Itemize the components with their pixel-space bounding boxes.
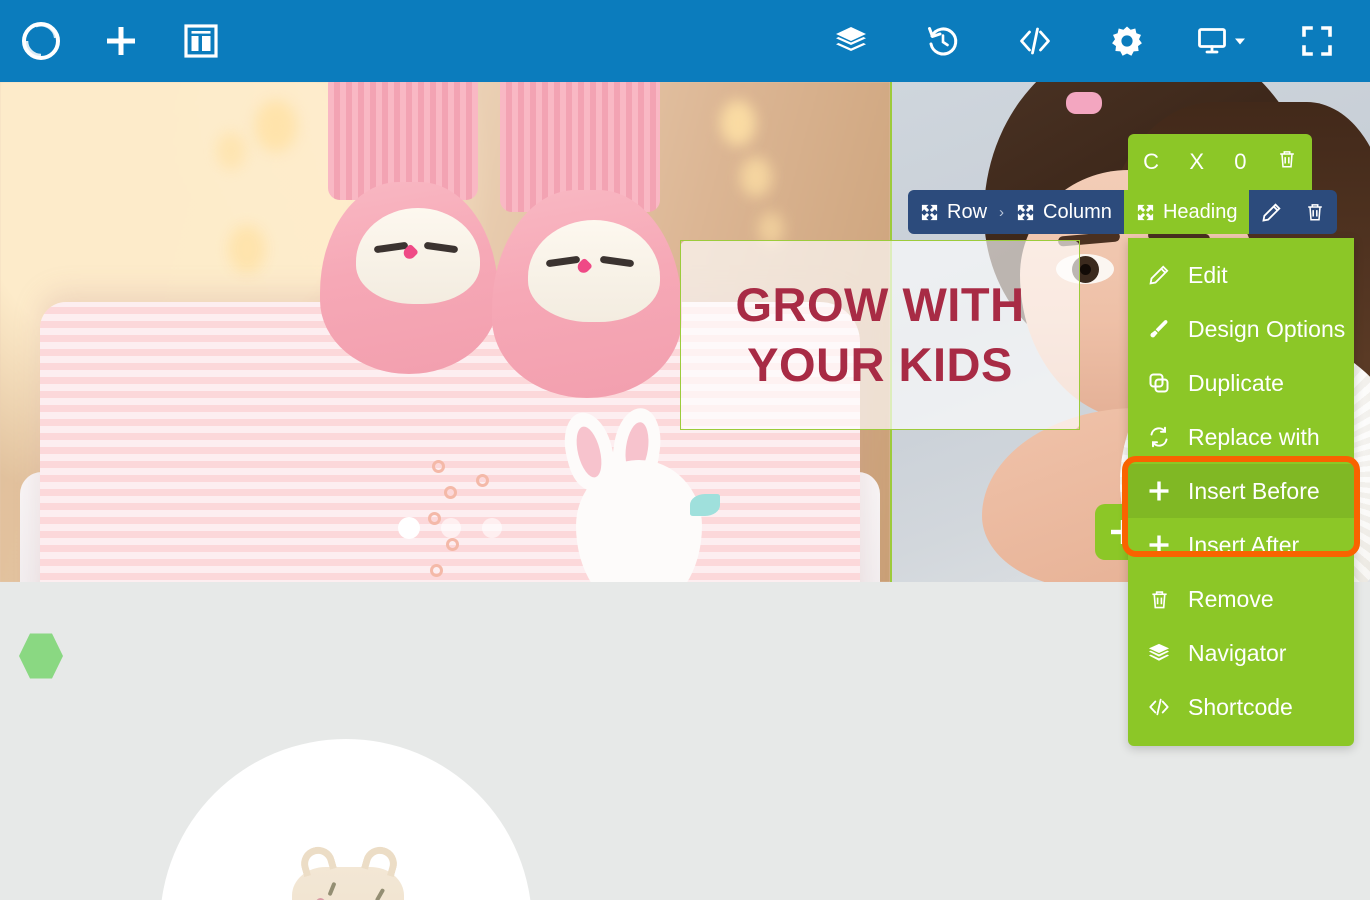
slider-dot-3[interactable] — [482, 518, 502, 538]
heading-line-1: GROW WITH — [735, 277, 1025, 331]
context-menu-item-duplicate[interactable]: Duplicate — [1128, 356, 1354, 410]
context-menu-item-remove[interactable]: Remove — [1128, 572, 1354, 626]
heading-line-2: YOUR KIDS — [747, 338, 1013, 391]
history-icon[interactable] — [920, 18, 966, 64]
context-menu-label-replace-with: Replace with — [1188, 423, 1320, 450]
context-menu-label-shortcode: Shortcode — [1188, 693, 1293, 720]
brush-icon — [1146, 318, 1172, 340]
context-menu-item-insert-after[interactable]: Insert After — [1128, 518, 1354, 572]
cut-button[interactable]: X — [1189, 149, 1204, 175]
paste-button[interactable]: 0 — [1234, 149, 1246, 175]
replace-icon — [1146, 426, 1172, 448]
device-icon[interactable] — [1196, 25, 1248, 57]
move-arrows-icon — [921, 204, 938, 220]
breadcrumb-label-heading: Heading — [1162, 200, 1238, 223]
context-menu-label-edit: Edit — [1188, 261, 1228, 288]
breadcrumb-label-column: Column — [1043, 200, 1112, 223]
toolbar-right-group — [828, 18, 1370, 64]
context-menu-label-insert-before: Insert Before — [1188, 477, 1320, 504]
context-menu-item-shortcode[interactable]: Shortcode — [1128, 680, 1354, 734]
plus-icon — [1146, 479, 1172, 503]
layers-icon[interactable] — [828, 18, 874, 64]
context-menu-item-replace-with[interactable]: Replace with — [1128, 410, 1354, 464]
slider-dot-1[interactable] — [398, 517, 420, 539]
hero-heading-block[interactable]: GROW WITH YOUR KIDS — [680, 240, 1080, 430]
logo-icon[interactable] — [18, 18, 64, 64]
context-menu-item-design-options[interactable]: Design Options — [1128, 302, 1354, 356]
context-menu-label-remove: Remove — [1188, 585, 1274, 612]
context-menu-item-navigator[interactable]: Navigator — [1128, 626, 1354, 680]
visual-composer-editor: GROW WITH YOUR KIDS Row › Column Heading… — [0, 0, 1370, 900]
breadcrumb-item-heading[interactable]: Heading — [1123, 190, 1250, 234]
slider-dot-2[interactable] — [441, 518, 461, 538]
context-menu-item-edit[interactable]: Edit — [1128, 248, 1354, 302]
layers-icon — [1146, 642, 1172, 664]
add-element-icon[interactable] — [98, 18, 144, 64]
fullscreen-icon[interactable] — [1294, 18, 1340, 64]
breadcrumb-label-row: Row — [947, 200, 988, 223]
templates-icon[interactable] — [178, 18, 224, 64]
move-arrows-icon — [1017, 204, 1034, 220]
gear-icon[interactable] — [1104, 18, 1150, 64]
code-icon — [1146, 696, 1172, 718]
context-menu-label-insert-after: Insert After — [1188, 531, 1300, 558]
toolbar-left-group — [0, 18, 224, 64]
copy-button[interactable]: C — [1143, 149, 1159, 175]
hexagon-decoration — [19, 633, 63, 679]
chevron-down-icon — [1235, 38, 1245, 45]
delete-button[interactable] — [1277, 149, 1297, 175]
code-icon[interactable] — [1012, 18, 1058, 64]
clipboard-toolbar: C X 0 — [1128, 134, 1312, 190]
element-context-menu: Edit Design Options Duplicate Replace wi… — [1128, 238, 1354, 746]
move-arrows-icon — [1137, 204, 1154, 220]
breadcrumb-edit-button[interactable] — [1249, 190, 1293, 234]
element-breadcrumb: Row › Column Heading — [908, 190, 1338, 234]
context-menu-label-navigator: Navigator — [1188, 639, 1287, 666]
context-menu-label-duplicate: Duplicate — [1188, 369, 1284, 396]
pencil-icon — [1146, 264, 1172, 286]
plus-icon — [1146, 533, 1172, 557]
breadcrumb-item-row[interactable]: Row — [908, 190, 999, 234]
trash-icon — [1146, 589, 1172, 610]
editor-toolbar — [0, 0, 1370, 82]
context-menu-item-insert-before[interactable]: Insert Before — [1128, 464, 1354, 518]
duplicate-icon — [1146, 372, 1172, 394]
breadcrumb-delete-button[interactable] — [1293, 190, 1337, 234]
slider-pagination[interactable] — [398, 517, 502, 539]
breadcrumb-item-column[interactable]: Column — [1004, 190, 1124, 234]
context-menu-label-design-options: Design Options — [1188, 315, 1346, 342]
